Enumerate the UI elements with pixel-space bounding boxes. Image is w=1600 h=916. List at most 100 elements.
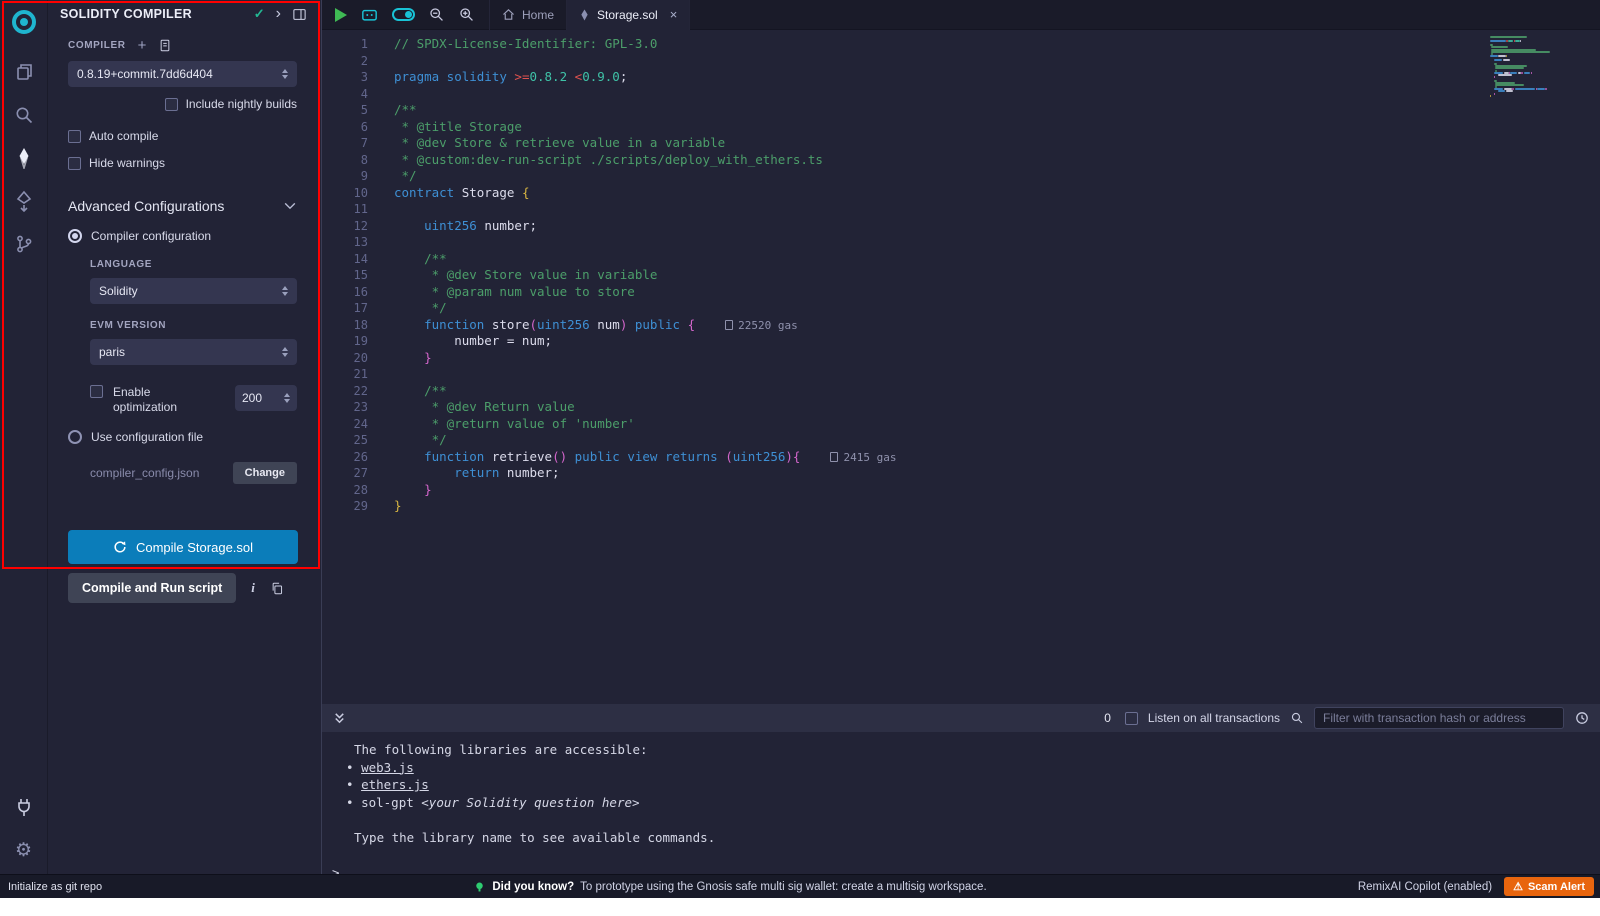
git-icon[interactable] bbox=[12, 232, 36, 256]
use-configuration-file-radio-row[interactable]: Use configuration file bbox=[68, 430, 297, 444]
code-line[interactable]: 4 bbox=[322, 86, 1600, 103]
code-line[interactable]: 15 * @dev Store value in variable bbox=[322, 267, 1600, 284]
close-tab-icon[interactable]: × bbox=[670, 7, 678, 22]
include-nightly-checkbox[interactable] bbox=[165, 98, 178, 111]
did-you-know-title: Did you know? bbox=[492, 881, 574, 893]
code-line[interactable]: 21 bbox=[322, 366, 1600, 383]
auto-compile-checkbox-row[interactable]: Auto compile bbox=[68, 129, 297, 143]
copilot-toggle[interactable] bbox=[392, 8, 415, 21]
code-editor[interactable]: 1// SPDX-License-Identifier: GPL-3.023pr… bbox=[322, 30, 1600, 704]
code-line[interactable]: 17 */ bbox=[322, 300, 1600, 317]
code-line[interactable]: 28 } bbox=[322, 482, 1600, 499]
code-line[interactable]: 22 /** bbox=[322, 383, 1600, 400]
add-compiler-icon[interactable]: + bbox=[138, 38, 147, 53]
scam-alert-badge[interactable]: ⚠ Scam Alert bbox=[1504, 877, 1594, 896]
tab-home[interactable]: Home bbox=[490, 0, 567, 30]
code-line[interactable]: 20 } bbox=[322, 350, 1600, 367]
auto-compile-checkbox[interactable] bbox=[68, 130, 81, 143]
code-line[interactable]: 3pragma solidity >=0.8.2 <0.9.0; bbox=[322, 69, 1600, 86]
terminal-line: • web3.js bbox=[330, 759, 1600, 777]
terminal-line: Type the library name to see available c… bbox=[330, 829, 1600, 847]
code-line[interactable]: 1// SPDX-License-Identifier: GPL-3.0 bbox=[322, 36, 1600, 53]
language-select[interactable]: Solidity bbox=[90, 278, 297, 304]
remix-logo[interactable] bbox=[10, 8, 38, 41]
number-spinner-icon[interactable] bbox=[284, 393, 290, 403]
tab-storage-sol[interactable]: Storage.sol × bbox=[567, 0, 690, 30]
load-compiler-file-icon[interactable] bbox=[158, 38, 172, 53]
minimap[interactable] bbox=[1490, 36, 1586, 97]
compiler-configuration-radio[interactable] bbox=[68, 229, 82, 243]
code-line[interactable]: 24 * @return value of 'number' bbox=[322, 416, 1600, 433]
chevron-right-icon[interactable]: › bbox=[276, 6, 281, 22]
code-line[interactable]: 14 /** bbox=[322, 251, 1600, 268]
chevron-down-icon bbox=[283, 200, 297, 212]
code-line[interactable]: 16 * @param num value to store bbox=[322, 284, 1600, 301]
advanced-configurations-label: Advanced Configurations bbox=[68, 198, 224, 214]
copilot-status[interactable]: RemixAI Copilot (enabled) bbox=[1358, 881, 1492, 893]
zoom-in-icon[interactable] bbox=[458, 6, 475, 23]
code-line[interactable]: 9 */ bbox=[322, 168, 1600, 185]
hide-warnings-checkbox-row[interactable]: Hide warnings bbox=[68, 156, 297, 170]
gas-icon bbox=[725, 320, 733, 330]
include-nightly-checkbox-row[interactable]: Include nightly builds bbox=[68, 97, 297, 111]
compile-and-run-button[interactable]: Compile and Run script bbox=[68, 573, 236, 603]
zoom-out-icon[interactable] bbox=[428, 6, 445, 23]
code-line[interactable]: 2 bbox=[322, 53, 1600, 70]
code-line[interactable]: 13 bbox=[322, 234, 1600, 251]
panel-title: SOLIDITY COMPILER bbox=[60, 7, 192, 21]
compiler-version-value: 0.8.19+commit.7dd6d404 bbox=[77, 67, 213, 81]
compiler-version-select[interactable]: 0.8.19+commit.7dd6d404 bbox=[68, 61, 297, 87]
change-config-button[interactable]: Change bbox=[233, 462, 297, 484]
copy-icon[interactable] bbox=[270, 581, 284, 596]
code-line[interactable]: 26 function retrieve() public view retur… bbox=[322, 449, 1600, 466]
code-line[interactable]: 8 * @custom:dev-run-script ./scripts/dep… bbox=[322, 152, 1600, 169]
file-explorer-icon[interactable] bbox=[12, 60, 36, 84]
line-number: 15 bbox=[322, 267, 368, 284]
compile-button[interactable]: Compile Storage.sol bbox=[68, 530, 298, 564]
code-line[interactable]: 5/** bbox=[322, 102, 1600, 119]
code-line[interactable]: 12 uint256 number; bbox=[322, 218, 1600, 235]
enable-optimization-checkbox[interactable] bbox=[90, 385, 103, 398]
run-script-play-icon[interactable] bbox=[335, 8, 347, 22]
code-line[interactable]: 25 */ bbox=[322, 432, 1600, 449]
code-line[interactable]: 23 * @dev Return value bbox=[322, 399, 1600, 416]
code-line[interactable]: 18 function store(uint256 num) public {2… bbox=[322, 317, 1600, 334]
code-line[interactable]: 29} bbox=[322, 498, 1600, 515]
code-line[interactable]: 6 * @title Storage bbox=[322, 119, 1600, 136]
settings-gear-icon[interactable]: ⚙ bbox=[12, 838, 36, 862]
code-lines: 1// SPDX-License-Identifier: GPL-3.023pr… bbox=[322, 36, 1600, 515]
hide-warnings-checkbox[interactable] bbox=[68, 157, 81, 170]
info-icon[interactable]: i bbox=[251, 580, 255, 596]
listen-all-transactions-checkbox[interactable] bbox=[1125, 712, 1138, 725]
code-line[interactable]: 11 bbox=[322, 201, 1600, 218]
compiler-configuration-radio-row[interactable]: Compiler configuration bbox=[68, 229, 297, 243]
search-icon[interactable] bbox=[1290, 711, 1304, 725]
git-init-status[interactable]: Initialize as git repo bbox=[0, 881, 102, 893]
expand-terminal-icon[interactable] bbox=[332, 711, 347, 726]
include-nightly-label: Include nightly builds bbox=[186, 97, 297, 111]
solidity-compiler-icon[interactable] bbox=[12, 146, 36, 170]
use-configuration-file-radio[interactable] bbox=[68, 430, 82, 444]
advanced-configurations-header[interactable]: Advanced Configurations bbox=[68, 198, 297, 214]
history-clock-icon[interactable] bbox=[1574, 710, 1590, 726]
terminal[interactable]: The following libraries are accessible:•… bbox=[322, 732, 1600, 874]
line-number: 28 bbox=[322, 482, 368, 499]
transaction-filter-input[interactable] bbox=[1314, 707, 1564, 729]
terminal-link[interactable]: ethers.js bbox=[361, 777, 429, 792]
search-icon[interactable] bbox=[12, 103, 36, 127]
deploy-run-icon[interactable] bbox=[12, 189, 36, 213]
code-line[interactable]: 10contract Storage { bbox=[322, 185, 1600, 202]
hide-warnings-label: Hide warnings bbox=[89, 156, 165, 170]
terminal-line: The following libraries are accessible: bbox=[330, 741, 1600, 759]
plugin-manager-icon[interactable] bbox=[12, 795, 36, 819]
code-line[interactable]: 27 return number; bbox=[322, 465, 1600, 482]
pin-panel-icon[interactable] bbox=[292, 7, 307, 22]
code-line[interactable]: 19 number = num; bbox=[322, 333, 1600, 350]
terminal-link[interactable]: web3.js bbox=[361, 760, 414, 775]
ai-assistant-icon[interactable] bbox=[360, 7, 379, 23]
gas-estimate-annotation: 22520 gas bbox=[725, 319, 798, 332]
code-line[interactable]: 7 * @dev Store & retrieve value in a var… bbox=[322, 135, 1600, 152]
line-number: 27 bbox=[322, 465, 368, 482]
optimization-runs-input[interactable]: 200 bbox=[235, 385, 297, 411]
evm-version-select[interactable]: paris bbox=[90, 339, 297, 365]
